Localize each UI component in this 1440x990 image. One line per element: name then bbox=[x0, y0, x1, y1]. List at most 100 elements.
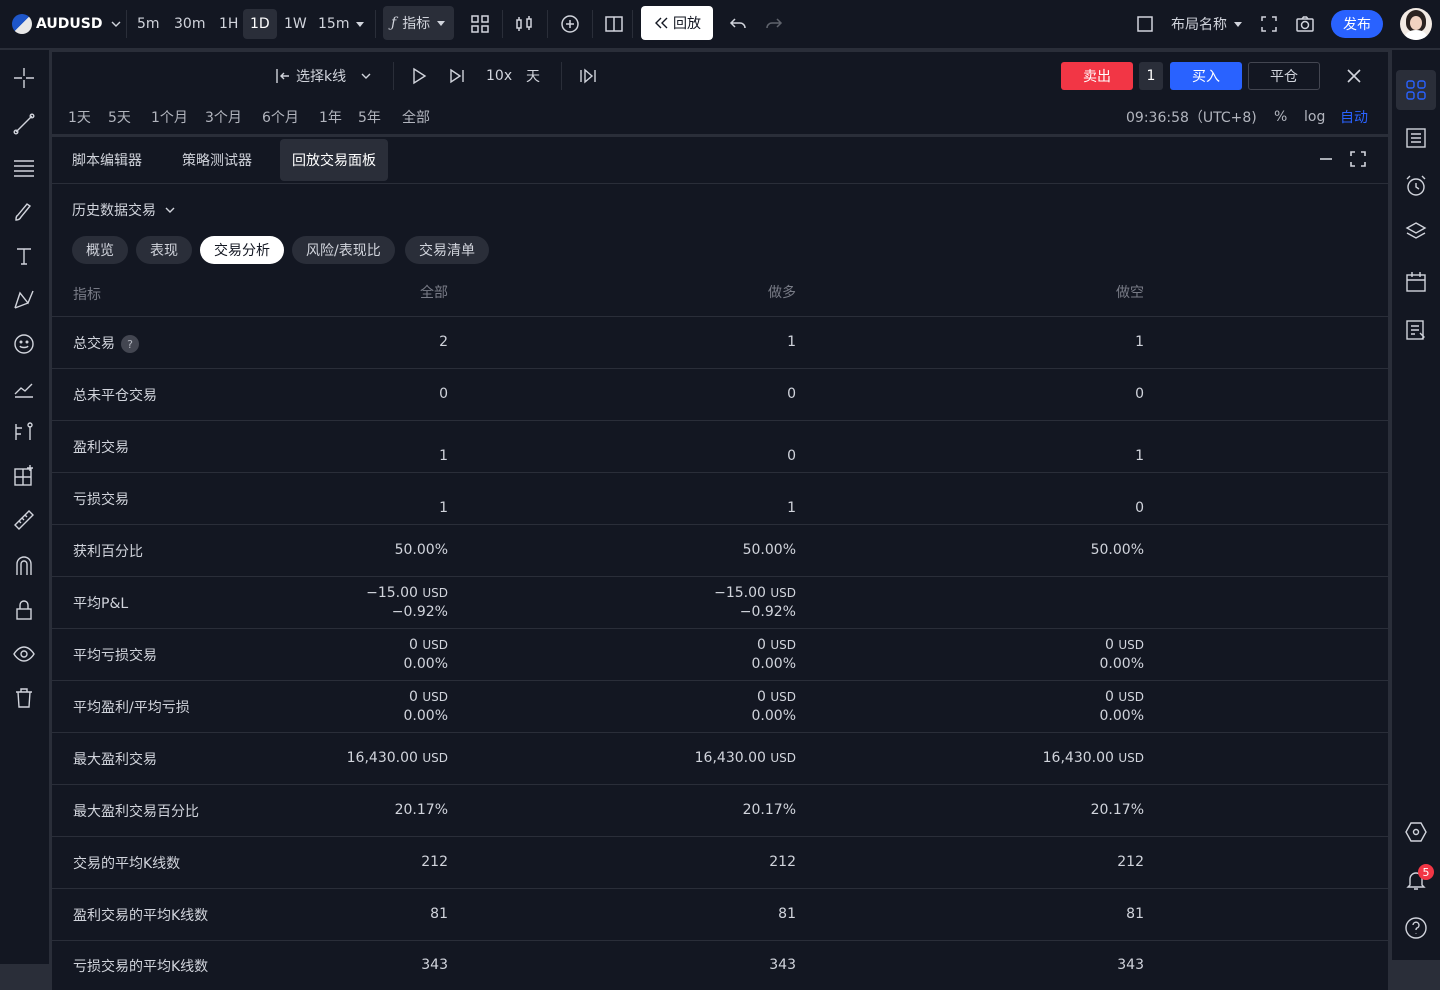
caret-down-icon bbox=[437, 21, 446, 26]
undo-icon[interactable] bbox=[728, 0, 748, 48]
sell-button[interactable]: 卖出 bbox=[1061, 62, 1133, 90]
minimize-icon[interactable] bbox=[1318, 151, 1334, 167]
subtab-risk-ratio[interactable]: 风险/表现比 bbox=[292, 236, 395, 264]
row-label: 最大盈利交易 bbox=[73, 752, 157, 768]
interval-30m[interactable]: 30m bbox=[174, 0, 205, 48]
fullscreen-icon[interactable] bbox=[1259, 0, 1279, 48]
row-label: 亏损交易 bbox=[73, 492, 129, 508]
interval-1w[interactable]: 1W bbox=[284, 0, 307, 48]
maximize-icon[interactable] bbox=[1350, 151, 1366, 167]
measure-branches-icon[interactable] bbox=[12, 420, 36, 444]
interval-5m[interactable]: 5m bbox=[137, 0, 160, 48]
help-icon[interactable] bbox=[1404, 916, 1428, 940]
step-interval-selector[interactable]: 天 bbox=[526, 52, 540, 100]
speed-selector[interactable]: 10x bbox=[486, 52, 512, 100]
range-1m[interactable]: 1个月 bbox=[151, 100, 188, 134]
range-5d[interactable]: 5天 bbox=[108, 100, 131, 134]
forecast-icon[interactable] bbox=[12, 376, 36, 400]
text-icon[interactable] bbox=[12, 244, 36, 268]
crosshair-icon[interactable] bbox=[12, 66, 36, 90]
close-icon[interactable] bbox=[1345, 52, 1363, 100]
range-all[interactable]: 全部 bbox=[402, 100, 430, 134]
range-3m[interactable]: 3个月 bbox=[205, 100, 242, 134]
ruler-icon[interactable] bbox=[12, 508, 36, 532]
redo-icon[interactable] bbox=[764, 0, 784, 48]
eye-icon[interactable] bbox=[12, 642, 36, 666]
cell-all: 81 bbox=[430, 906, 448, 922]
checkbox-icon[interactable] bbox=[1135, 0, 1155, 48]
range-6m[interactable]: 6个月 bbox=[262, 100, 299, 134]
interval-1d[interactable]: 1D bbox=[243, 9, 277, 39]
grid-add-icon[interactable] bbox=[12, 464, 36, 488]
tab-strategy-tester[interactable]: 策略测试器 bbox=[170, 139, 264, 181]
history-trading-dropdown[interactable]: 历史数据交易 bbox=[72, 199, 176, 221]
select-bar-button[interactable]: 选择k线 bbox=[274, 52, 372, 100]
emoji-icon[interactable] bbox=[12, 332, 36, 356]
log-toggle[interactable]: log bbox=[1304, 100, 1325, 134]
right-sidebar: 5 bbox=[1392, 50, 1440, 960]
trash-icon[interactable] bbox=[12, 686, 36, 710]
camera-icon[interactable] bbox=[1295, 0, 1315, 48]
avatar[interactable] bbox=[1400, 0, 1432, 48]
caret-down-icon bbox=[356, 22, 364, 27]
interval-15m[interactable]: 15m bbox=[318, 0, 349, 48]
close-position-button[interactable]: 平仓 bbox=[1248, 62, 1320, 90]
tab-replay-trading-panel[interactable]: 回放交易面板 bbox=[280, 139, 388, 181]
layout-name-dropdown[interactable]: 布局名称 bbox=[1171, 0, 1243, 48]
cell-all: 1 bbox=[439, 448, 448, 464]
hexagon-settings-icon[interactable] bbox=[1404, 820, 1428, 844]
templates-icon[interactable] bbox=[470, 0, 490, 48]
alarm-clock-icon[interactable] bbox=[1404, 174, 1428, 198]
range-label: 1年 bbox=[319, 110, 342, 126]
auto-toggle[interactable]: 自动 bbox=[1340, 100, 1368, 134]
pattern-icon[interactable] bbox=[12, 288, 36, 312]
quantity-field[interactable]: 1 bbox=[1139, 62, 1163, 90]
percent-toggle[interactable]: % bbox=[1274, 100, 1287, 134]
indicators-button[interactable]: ƒ 指标 bbox=[383, 6, 455, 40]
jump-to-realtime-icon[interactable] bbox=[578, 52, 598, 100]
candles-icon[interactable] bbox=[514, 0, 534, 48]
layers-icon[interactable] bbox=[1404, 220, 1428, 244]
help-icon[interactable]: ? bbox=[121, 335, 139, 353]
fib-retracement-icon[interactable] bbox=[12, 156, 36, 180]
notification-count-badge: 5 bbox=[1418, 864, 1434, 880]
watchlist-grid-icon[interactable] bbox=[1404, 78, 1428, 102]
range-1d[interactable]: 1天 bbox=[68, 100, 91, 134]
calendar-icon[interactable] bbox=[1404, 270, 1428, 294]
range-5y[interactable]: 5年 bbox=[358, 100, 381, 134]
cell-long: 81 bbox=[778, 906, 796, 922]
symbol-selector[interactable]: AUDUSD bbox=[12, 0, 122, 48]
range-1y[interactable]: 1年 bbox=[319, 100, 342, 134]
table-row: 盈利交易的平均K线数 81 81 81 bbox=[52, 889, 1388, 941]
details-list-icon[interactable] bbox=[1404, 126, 1428, 150]
row-label: 交易的平均K线数 bbox=[73, 856, 181, 872]
subtab-trade-list[interactable]: 交易清单 bbox=[405, 236, 489, 264]
table-row: 平均亏损交易 0 USD 0.00% 0 USD 0.00% 0 USD 0.0… bbox=[52, 629, 1388, 681]
publish-button[interactable]: 发布 bbox=[1331, 10, 1383, 38]
cell-short: 50.00% bbox=[1090, 542, 1144, 558]
notes-edit-icon[interactable] bbox=[1404, 318, 1428, 342]
magnet-icon[interactable] bbox=[12, 554, 36, 578]
trend-line-icon[interactable] bbox=[12, 112, 36, 136]
play-icon[interactable] bbox=[410, 52, 428, 100]
brush-icon[interactable] bbox=[12, 200, 36, 224]
value-amount: 16,430.00 bbox=[346, 750, 418, 766]
subtab-trade-analysis[interactable]: 交易分析 bbox=[200, 236, 284, 264]
interval-label: 15m bbox=[318, 16, 350, 32]
layout-split-icon[interactable] bbox=[604, 0, 624, 48]
time-zone-display[interactable]: 09:36:58（UTC+8) bbox=[1126, 100, 1257, 134]
buy-button[interactable]: 买入 bbox=[1170, 62, 1242, 90]
replay-button[interactable]: 回放 bbox=[641, 6, 713, 40]
interval-dropdown[interactable] bbox=[354, 0, 366, 48]
tab-script-editor[interactable]: 脚本编辑器 bbox=[60, 139, 154, 181]
value-unit: USD bbox=[770, 586, 796, 600]
step-forward-icon[interactable] bbox=[448, 52, 466, 100]
lock-icon[interactable] bbox=[12, 598, 36, 622]
alert-add-icon[interactable] bbox=[560, 0, 580, 48]
cell-long: 0 bbox=[787, 386, 796, 402]
interval-1h[interactable]: 1H bbox=[219, 0, 238, 48]
cell-short: 20.17% bbox=[1090, 802, 1144, 818]
cell-short: 1 bbox=[1135, 448, 1144, 464]
subtab-performance[interactable]: 表现 bbox=[136, 236, 192, 264]
subtab-overview[interactable]: 概览 bbox=[72, 236, 128, 264]
